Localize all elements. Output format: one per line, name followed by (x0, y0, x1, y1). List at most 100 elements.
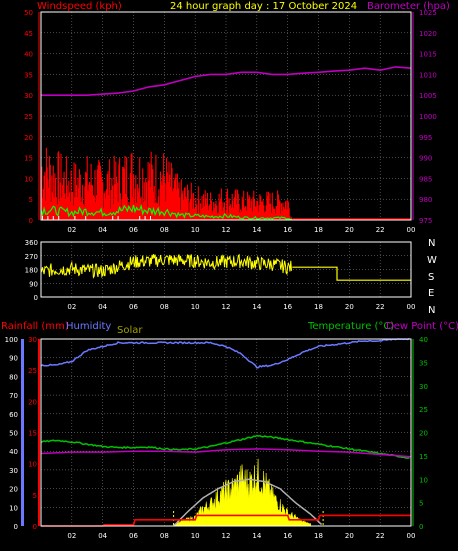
top-x-tick-label: 10 (191, 226, 200, 234)
mid-x-tick-label: 12 (222, 303, 231, 311)
bottom-x-tick-label: 06 (129, 532, 138, 540)
temp-y-tick-label: 40 (419, 336, 428, 344)
wind-y-tick-label: 50 (24, 9, 33, 17)
bottom-x-tick-label: 16 (283, 532, 292, 540)
compass-e: E (428, 288, 434, 299)
mid-x-tick-label: 22 (376, 303, 385, 311)
top-x-tick-label: 06 (129, 226, 138, 234)
mid-x-tick-label: 00 (407, 303, 416, 311)
wind-y-tick-label: 40 (24, 51, 33, 59)
top-x-tick-label: 00 (407, 226, 416, 234)
bottom-x-tick-label: 00 (407, 532, 416, 540)
temp-y-tick-label: 25 (419, 406, 428, 414)
graph-title: 24 hour graph day : 17 October 2024 (170, 1, 357, 12)
wind-y-tick-label: 45 (24, 30, 33, 38)
wind-y-tick-label: 35 (24, 71, 33, 79)
mid-x-tick-label: 08 (160, 303, 169, 311)
humidity-y-tick-label: 30 (9, 467, 18, 475)
mid-x-tick-label: 04 (98, 303, 107, 311)
barometer-axis-title: Barometer (hpa) (367, 1, 450, 12)
wind-y-tick-label: 5 (29, 196, 33, 204)
top-x-tick-label: 20 (345, 226, 354, 234)
baro-y-tick-label: 985 (419, 175, 432, 183)
mid-x-tick-label: 06 (129, 303, 138, 311)
mid-x-tick-label: 10 (191, 303, 200, 311)
direction-y-tick-label: 90 (29, 280, 38, 288)
humidity-y-tick-label: 50 (9, 430, 18, 438)
wind-axis-title: Windspeed (kph) (37, 1, 122, 12)
rain-y-tick-label: 15 (28, 430, 37, 438)
temp-y-tick-label: 5 (419, 500, 423, 508)
humidity-y-tick-label: 60 (9, 411, 18, 419)
rainfall-axis-title: Rainfall (mm) (1, 321, 69, 332)
humidity-y-tick-label: 10 (9, 504, 18, 512)
rain-y-tick-label: 0 (33, 523, 37, 531)
top-x-tick-label: 12 (222, 226, 231, 234)
direction-y-tick-label: 180 (25, 267, 38, 275)
bottom-x-tick-label: 18 (314, 532, 323, 540)
solar-axis-title: Solar (117, 325, 143, 336)
top-x-tick-label: 04 (98, 226, 107, 234)
bottom-x-tick-label: 08 (160, 532, 169, 540)
top-x-tick-label: 22 (376, 226, 385, 234)
bottom-x-tick-label: 22 (376, 532, 385, 540)
wind-y-tick-label: 10 (24, 175, 33, 183)
compass-s: S (428, 272, 434, 283)
mid-x-tick-label: 18 (314, 303, 323, 311)
wind-y-tick-label: 15 (24, 155, 33, 163)
humidity-y-tick-label: 90 (9, 355, 18, 363)
baro-y-tick-label: 1010 (419, 71, 437, 79)
temp-y-tick-label: 30 (419, 383, 428, 391)
direction-y-tick-label: 270 (25, 253, 38, 261)
top-x-tick-label: 16 (283, 226, 292, 234)
humidity-axis-title: Humidity (66, 321, 111, 332)
temp-y-tick-label: 0 (419, 523, 423, 531)
temp-y-tick-label: 20 (419, 430, 428, 438)
baro-y-tick-label: 1020 (419, 30, 437, 38)
baro-y-tick-label: 975 (419, 217, 432, 225)
baro-y-tick-label: 1015 (419, 51, 437, 59)
rain-axis-bar (38, 339, 40, 526)
bottom-x-tick-label: 12 (222, 532, 231, 540)
humidity-y-tick-label: 80 (9, 373, 18, 381)
rain-y-tick-label: 10 (28, 461, 37, 469)
baro-y-tick-label: 980 (419, 196, 432, 204)
bottom-x-tick-label: 02 (67, 532, 76, 540)
humidity-y-tick-label: 0 (14, 523, 18, 531)
rain-y-tick-label: 25 (28, 367, 37, 375)
bottom-x-tick-label: 20 (345, 532, 354, 540)
weather-graph: 02 04 06 08 10 12 14 16 18 20 22 0002 04 06 08 10 12 14 16… (0, 0, 458, 551)
bottom-x-tick-label: 04 (98, 532, 107, 540)
humidity-y-tick-label: 100 (5, 336, 18, 344)
top-x-tick-label: 08 (160, 226, 169, 234)
mid-x-tick-label: 16 (283, 303, 292, 311)
direction-y-tick-label: 360 (25, 239, 38, 247)
baro-y-tick-label: 990 (419, 155, 432, 163)
baro-y-tick-label: 1000 (419, 113, 437, 121)
baro-y-tick-label: 995 (419, 134, 432, 142)
bottom-x-tick-label: 10 (191, 532, 200, 540)
humidity-y-tick-label: 70 (9, 392, 18, 400)
temp-y-tick-label: 15 (419, 453, 428, 461)
mid-x-tick-label: 02 (67, 303, 76, 311)
wind-y-tick-label: 0 (29, 217, 33, 225)
top-x-tick-label: 02 (67, 226, 76, 234)
temperature-axis-title: Temperature (°C) (307, 321, 394, 332)
temp-y-tick-label: 10 (419, 476, 428, 484)
mid-x-tick-label: 20 (345, 303, 354, 311)
rain-y-tick-label: 5 (33, 492, 37, 500)
compass-n-top: N (428, 238, 435, 249)
humidity-y-tick-label: 20 (9, 486, 18, 494)
humidity-axis-bar (21, 339, 24, 526)
baro-y-tick-label: 1005 (419, 92, 437, 100)
top-x-tick-label: 14 (252, 226, 261, 234)
direction-y-tick-label: 0 (34, 294, 38, 302)
wind-y-tick-label: 30 (24, 92, 33, 100)
temp-y-tick-label: 35 (419, 359, 428, 367)
mid-x-tick-label: 14 (252, 303, 261, 311)
compass-n-bottom: N (428, 305, 435, 316)
wind-y-tick-label: 25 (24, 113, 33, 121)
wind-y-tick-label: 20 (24, 134, 33, 142)
compass-w: W (427, 255, 437, 266)
top-x-tick-label: 18 (314, 226, 323, 234)
